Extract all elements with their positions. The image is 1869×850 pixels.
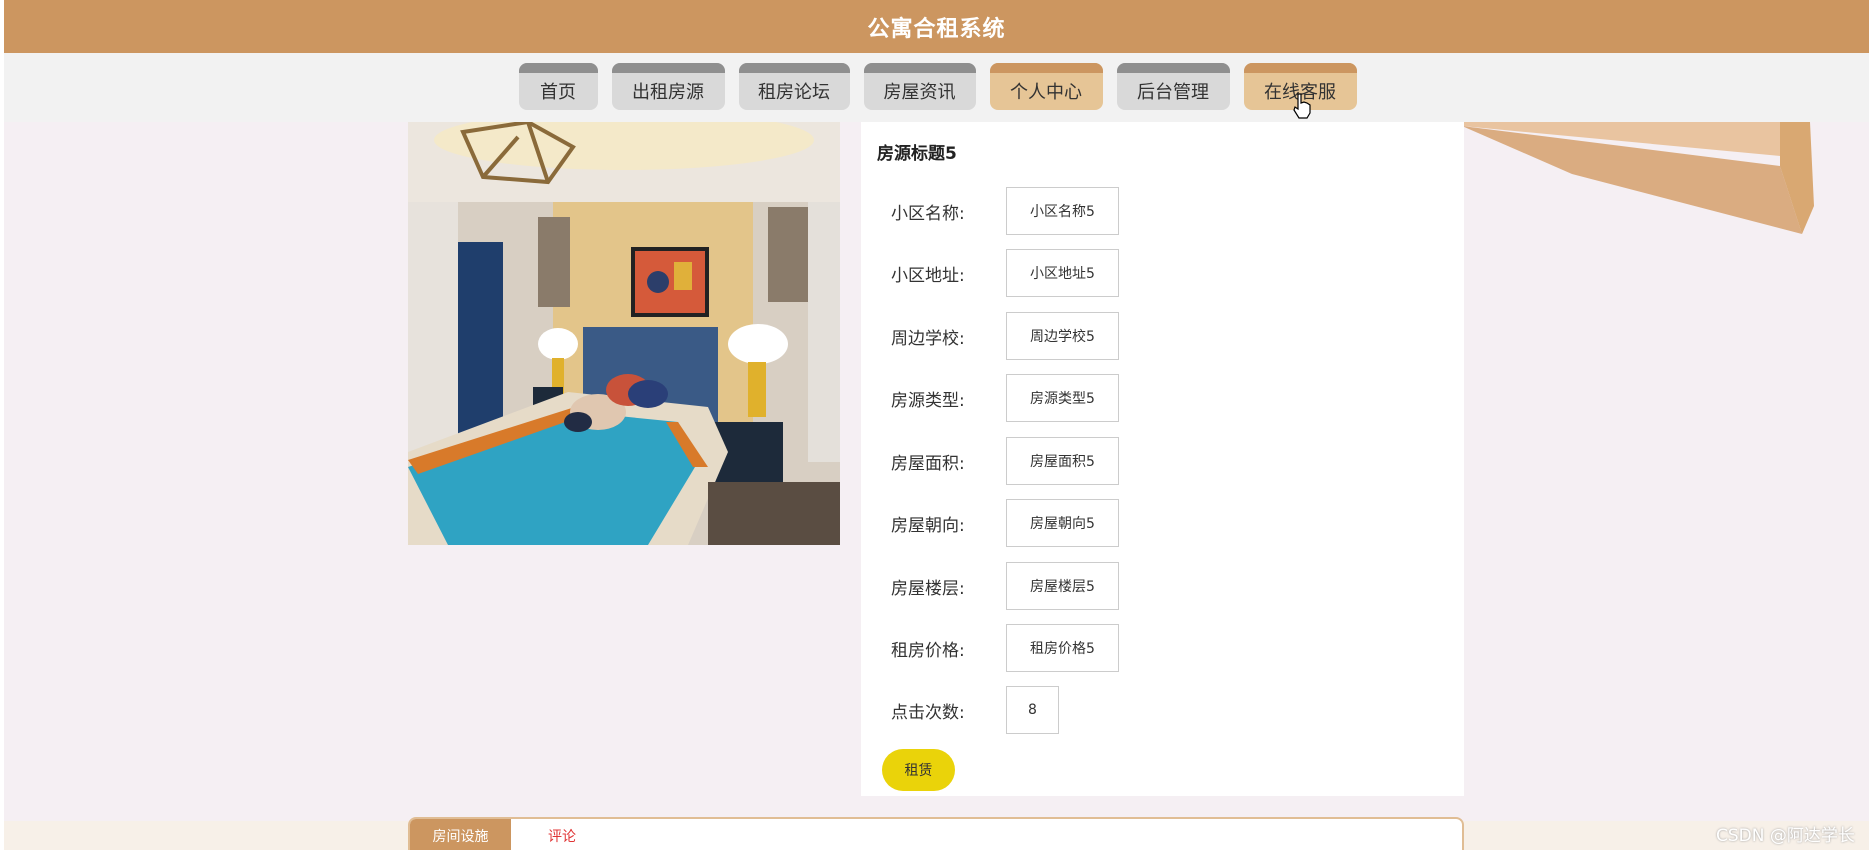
rent-price-value: 租房价格5: [1006, 624, 1119, 672]
field-row-area: 房屋面积: 房屋面积5: [891, 437, 1119, 485]
tab-room-facilities[interactable]: 房间设施: [410, 819, 511, 850]
field-label: 点击次数:: [891, 702, 965, 723]
field-label: 小区名称:: [891, 203, 965, 224]
watermark: CSDN @阿达学长: [1716, 826, 1855, 846]
app-title: 公寓合租系统: [867, 16, 1006, 42]
field-row-click-count: 点击次数: 8: [891, 686, 1059, 734]
field-row-floor: 房屋楼层: 房屋楼层5: [891, 562, 1119, 610]
field-row-rent-price: 租房价格: 租房价格5: [891, 624, 1119, 672]
main-nav: 首页 出租房源 租房论坛 房屋资讯 个人中心 后台管理 在线客服: [4, 53, 1869, 122]
nav-item-forum[interactable]: 租房论坛: [738, 63, 850, 110]
nearby-schools-value: 周边学校5: [1006, 312, 1119, 360]
rent-button[interactable]: 租赁: [882, 749, 955, 791]
nav-list: 首页 出租房源 租房论坛 房屋资讯 个人中心 后台管理 在线客服: [517, 63, 1357, 110]
community-address-value: 小区地址5: [1006, 249, 1119, 297]
area-value: 房屋面积5: [1006, 437, 1119, 485]
floor-value: 房屋楼层5: [1006, 562, 1119, 610]
orientation-value: 房屋朝向5: [1006, 499, 1119, 547]
nav-item-home[interactable]: 首页: [518, 63, 598, 110]
field-label: 周边学校:: [891, 328, 965, 349]
detail-tabs: 房间设施 评论: [408, 817, 1464, 850]
field-label: 房源类型:: [891, 390, 965, 411]
field-label: 房屋楼层:: [891, 578, 965, 599]
field-row-listing-type: 房源类型: 房源类型5: [891, 374, 1119, 422]
listing-type-value: 房源类型5: [1006, 374, 1119, 422]
field-row-community-name: 小区名称: 小区名称5: [891, 187, 1119, 235]
nav-item-admin[interactable]: 后台管理: [1116, 63, 1230, 110]
room-photo: [408, 122, 840, 545]
field-row-nearby-schools: 周边学校: 周边学校5: [891, 312, 1119, 360]
nav-item-news[interactable]: 房屋资讯: [863, 63, 976, 110]
field-label: 房屋面积:: [891, 453, 965, 474]
field-label: 租房价格:: [891, 640, 965, 661]
window-edge: [0, 0, 4, 850]
listing-title: 房源标题5: [877, 144, 957, 164]
field-label: 房屋朝向:: [891, 515, 965, 536]
field-label: 小区地址:: [891, 265, 965, 286]
community-name-value: 小区名称5: [1006, 187, 1119, 235]
field-row-orientation: 房屋朝向: 房屋朝向5: [891, 499, 1119, 547]
decorative-frame-corner: [1462, 122, 1814, 234]
nav-item-personal-center[interactable]: 个人中心: [989, 63, 1103, 110]
listing-detail-card: 房源标题5 小区名称: 小区名称5 小区地址: 小区地址5 周边学校: 周边学校…: [861, 122, 1464, 796]
nav-item-rental-listings[interactable]: 出租房源: [611, 63, 725, 110]
app-header: 公寓合租系统: [4, 0, 1869, 53]
field-row-community-address: 小区地址: 小区地址5: [891, 249, 1119, 297]
tab-comments[interactable]: 评论: [548, 819, 576, 850]
hand-pointer-icon: [1293, 93, 1311, 119]
click-count-value: 8: [1006, 686, 1059, 734]
